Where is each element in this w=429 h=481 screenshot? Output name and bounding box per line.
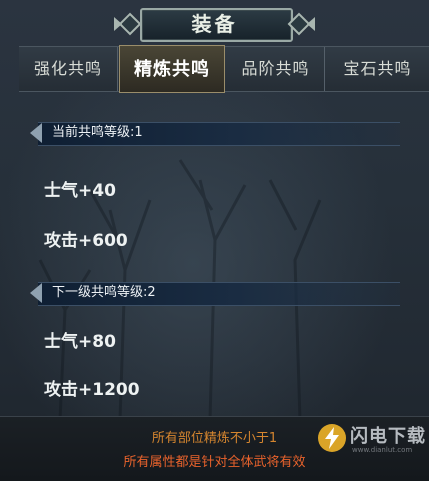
triangle-icon: [30, 123, 42, 143]
tab-gem-resonance[interactable]: 宝石共鸣: [326, 47, 429, 91]
tab-grade-resonance[interactable]: 品阶共鸣: [227, 47, 325, 91]
watermark-logo: 闪电下载 www.dianlut.com: [318, 420, 428, 460]
tab-label: 强化共鸣: [33, 59, 102, 78]
triangle-icon: [30, 283, 42, 303]
equipment-panel: 装备 强化共鸣 精炼共鸣 品阶共鸣 宝石共鸣 当前共鸣等级:1 士气+40 攻击…: [0, 0, 429, 481]
watermark-text: 闪电下载: [350, 426, 426, 447]
right-ornament-icon: [287, 12, 315, 36]
lightning-icon: [325, 427, 339, 449]
next-level-label: 下一级共鸣等级:2: [52, 285, 156, 300]
tab-bar: 强化共鸣 精炼共鸣 品阶共鸣 宝石共鸣: [19, 45, 429, 93]
tab-label: 品阶共鸣: [241, 59, 310, 78]
current-level-header: 当前共鸣等级:1: [30, 120, 400, 146]
next-level-header: 下一级共鸣等级:2: [30, 280, 400, 306]
tab-label: 宝石共鸣: [343, 59, 412, 78]
tab-refine-resonance[interactable]: 精炼共鸣: [119, 45, 225, 93]
watermark-url: www.dianlut.com: [352, 446, 413, 454]
current-attr-attack: 攻击+600: [44, 231, 128, 251]
tab-strengthen-resonance[interactable]: 强化共鸣: [19, 47, 118, 91]
title-bar: 装备: [112, 6, 317, 42]
current-attr-morale: 士气+40: [44, 181, 116, 201]
next-attr-attack: 攻击+1200: [44, 380, 140, 400]
tab-label: 精炼共鸣: [134, 59, 210, 80]
current-level-label: 当前共鸣等级:1: [52, 125, 143, 140]
next-attr-morale: 士气+80: [44, 332, 116, 352]
